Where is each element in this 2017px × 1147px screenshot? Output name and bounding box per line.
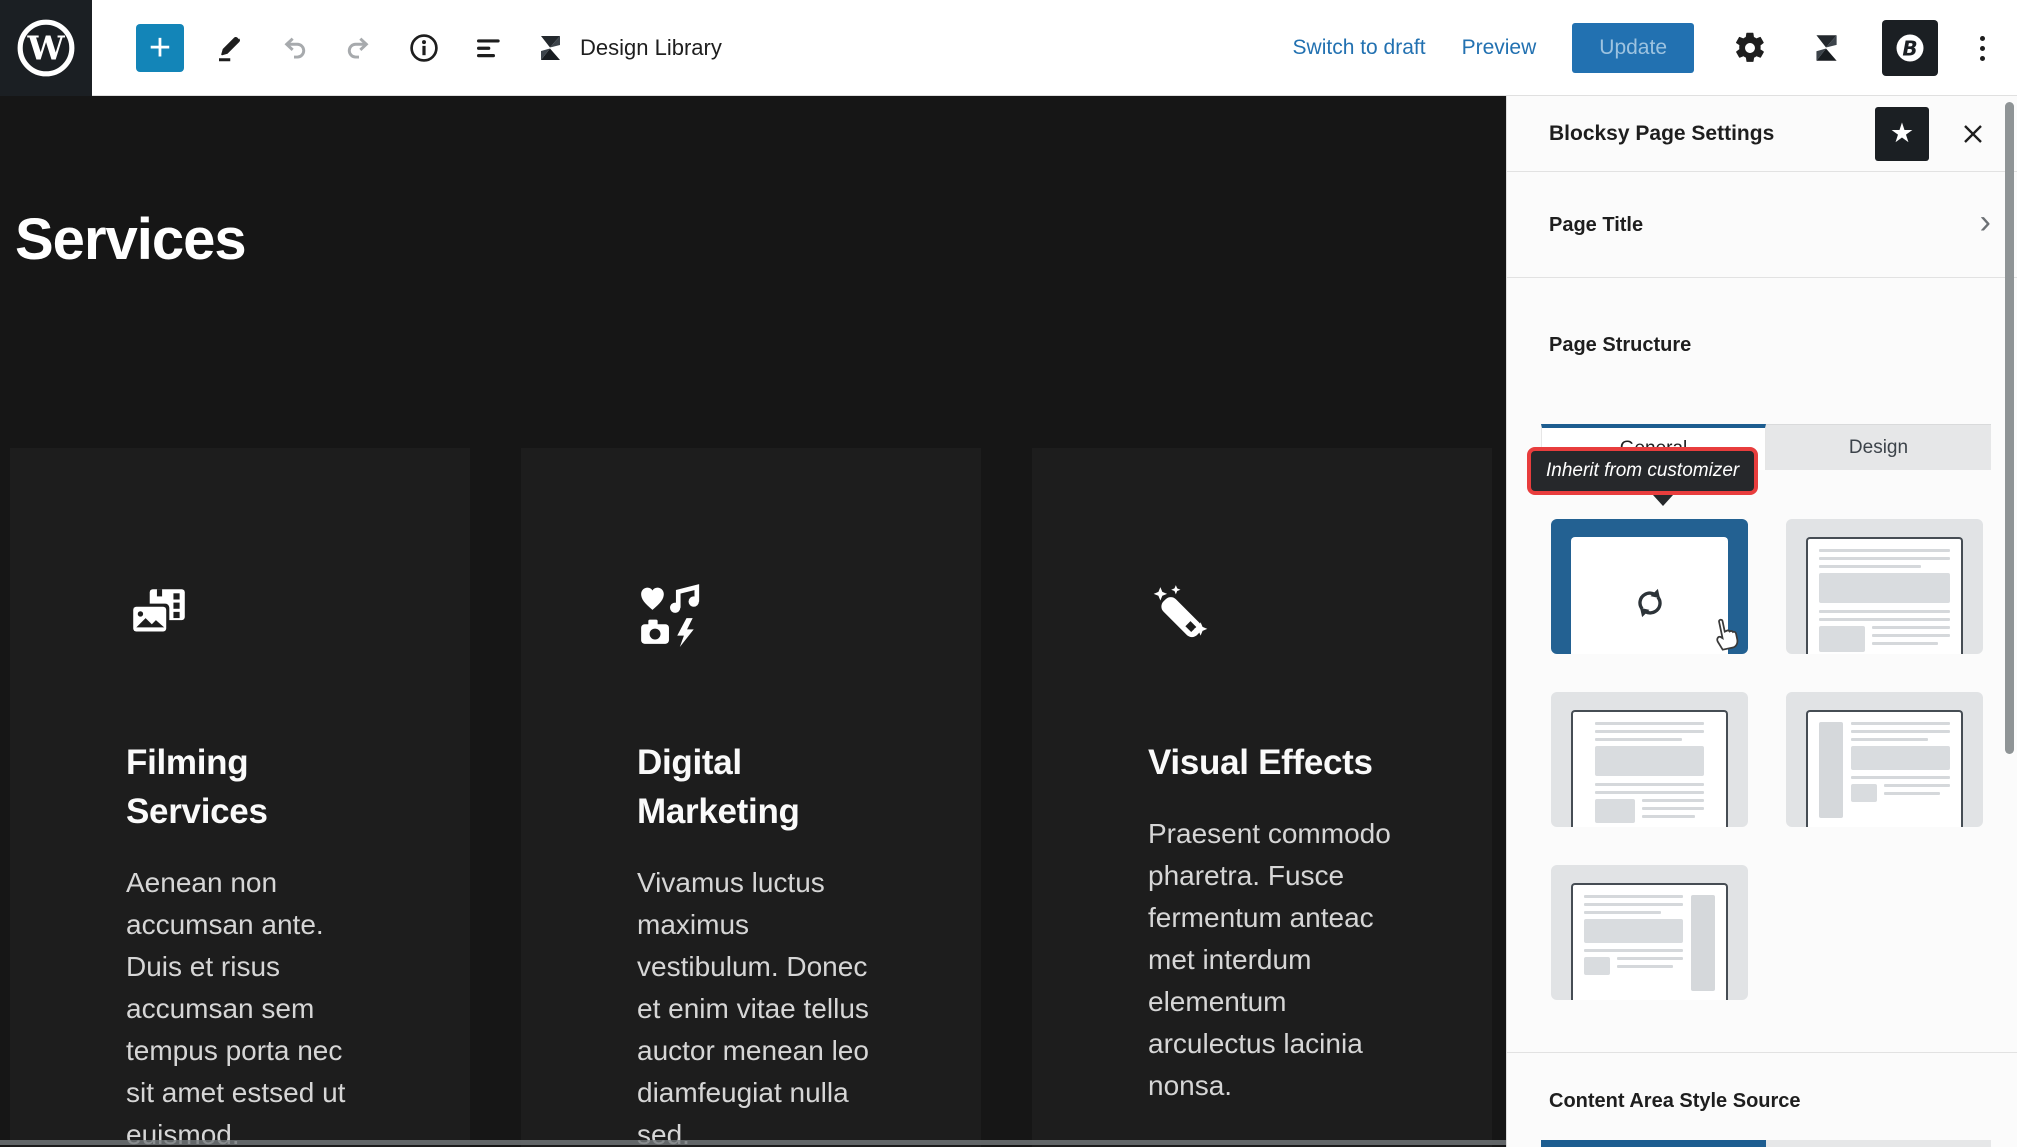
page-title-setting-row[interactable]: Page Title › (1507, 173, 2017, 278)
document-title: Design Library (580, 35, 722, 61)
redo-button[interactable] (339, 28, 379, 68)
page-structure-label: Page Structure (1549, 334, 1691, 357)
wordpress-editor: W + (0, 0, 2017, 1147)
panel-title: Blocksy Page Settings (1549, 122, 1875, 146)
block-inserter-button[interactable]: + (136, 24, 184, 72)
preview-button[interactable]: Preview (1462, 36, 1537, 60)
editor-canvas: Services Filming Services Aenean non acc… (0, 96, 1506, 1147)
column-digital-marketing[interactable]: Digital Marketing Vivamus luctus maximus… (521, 448, 981, 1147)
pin-panel-button[interactable]: ★ (1875, 107, 1929, 161)
column-heading[interactable]: Visual Effects (1148, 738, 1414, 787)
sidebar-right-sketch (1691, 895, 1715, 991)
page-title-setting-label: Page Title (1549, 214, 1980, 237)
undo-button[interactable] (274, 28, 314, 68)
close-panel-button[interactable] (1953, 114, 1993, 154)
design-library-button[interactable]: Design Library (534, 32, 722, 64)
svg-text:B: B (1902, 37, 1917, 61)
inherit-tooltip: Inherit from customizer (1527, 447, 1758, 495)
settings-button[interactable] (1730, 28, 1770, 68)
blocksy-logo-icon (534, 32, 566, 64)
wordpress-icon: W (15, 17, 77, 79)
columns-block: Filming Services Aenean non accumsan ant… (10, 448, 1492, 1147)
canvas-bottom-edge (0, 1140, 1506, 1145)
gear-icon (1733, 31, 1767, 65)
content-area-style-tabs-partial[interactable] (1541, 1140, 1991, 1147)
blocksy-b-icon: B (1890, 28, 1930, 68)
redo-icon (343, 32, 375, 64)
cursor-hand-icon (1703, 613, 1743, 653)
blocksy-toolbar-button[interactable] (1806, 28, 1846, 68)
tooltip-highlight: Inherit from customizer (1527, 447, 1758, 495)
structure-option-left-sidebar[interactable] (1786, 692, 1983, 827)
content-area-style-source-label: Content Area Style Source (1549, 1090, 1801, 1113)
undo-icon (278, 32, 310, 64)
section-divider (1507, 1052, 2017, 1053)
close-icon (1961, 122, 1985, 146)
column-heading[interactable]: Digital Marketing (637, 738, 903, 836)
magic-wand-icon (1148, 583, 1214, 649)
page-structure-options (1551, 519, 1983, 1000)
details-button[interactable] (404, 28, 444, 68)
page-title-heading[interactable]: Services (15, 206, 246, 273)
tools-button[interactable] (209, 28, 249, 68)
star-icon: ★ (1890, 118, 1914, 149)
update-button[interactable]: Update (1572, 23, 1694, 73)
list-view-button[interactable] (469, 28, 509, 68)
svg-text:W: W (26, 28, 65, 67)
column-paragraph[interactable]: Praesent commodo pharetra. Fusce ferment… (1148, 813, 1402, 1107)
pencil-icon (214, 33, 244, 63)
media-marketing-icon (637, 583, 703, 649)
tooltip-arrow (1653, 495, 1673, 516)
options-menu-button[interactable] (1974, 30, 1991, 67)
wordpress-logo-button[interactable]: W (0, 0, 92, 96)
blocksy-logo-icon (1809, 31, 1843, 65)
structure-option-inherit[interactable] (1551, 519, 1748, 654)
list-view-icon (473, 32, 505, 64)
column-heading[interactable]: Filming Services (126, 738, 392, 836)
film-photo-icon (126, 583, 192, 649)
blocksy-page-settings-toggle[interactable]: B (1882, 20, 1938, 76)
structure-option-right-sidebar[interactable] (1551, 865, 1748, 1000)
switch-to-draft-button[interactable]: Switch to draft (1293, 36, 1426, 60)
structure-option-narrow[interactable] (1551, 692, 1748, 827)
column-paragraph[interactable]: Aenean non accumsan ante. Duis et risus … (126, 862, 380, 1147)
sidebar-scrollbar[interactable] (2005, 102, 2014, 754)
column-filming-services[interactable]: Filming Services Aenean non accumsan ant… (10, 448, 470, 1147)
panel-header: Blocksy Page Settings ★ (1507, 96, 2017, 172)
info-icon (408, 32, 440, 64)
column-paragraph[interactable]: Vivamus luctus maximus vestibulum. Donec… (637, 862, 891, 1147)
tab-design[interactable]: Design (1766, 424, 1991, 470)
sidebar-left-sketch (1819, 722, 1843, 818)
blocksy-page-settings-panel: Blocksy Page Settings ★ Page Title › Pag… (1506, 96, 2017, 1147)
toolbar-left-group: + (136, 0, 722, 96)
toolbar-right-group: Switch to draft Preview Update (1293, 0, 1991, 96)
editor-toolbar: W + (0, 0, 2017, 96)
structure-option-normal[interactable] (1786, 519, 1983, 654)
refresh-icon (1629, 582, 1671, 624)
chevron-right-icon: › (1980, 205, 1991, 239)
column-visual-effects[interactable]: Visual Effects Praesent commodo pharetra… (1032, 448, 1492, 1147)
